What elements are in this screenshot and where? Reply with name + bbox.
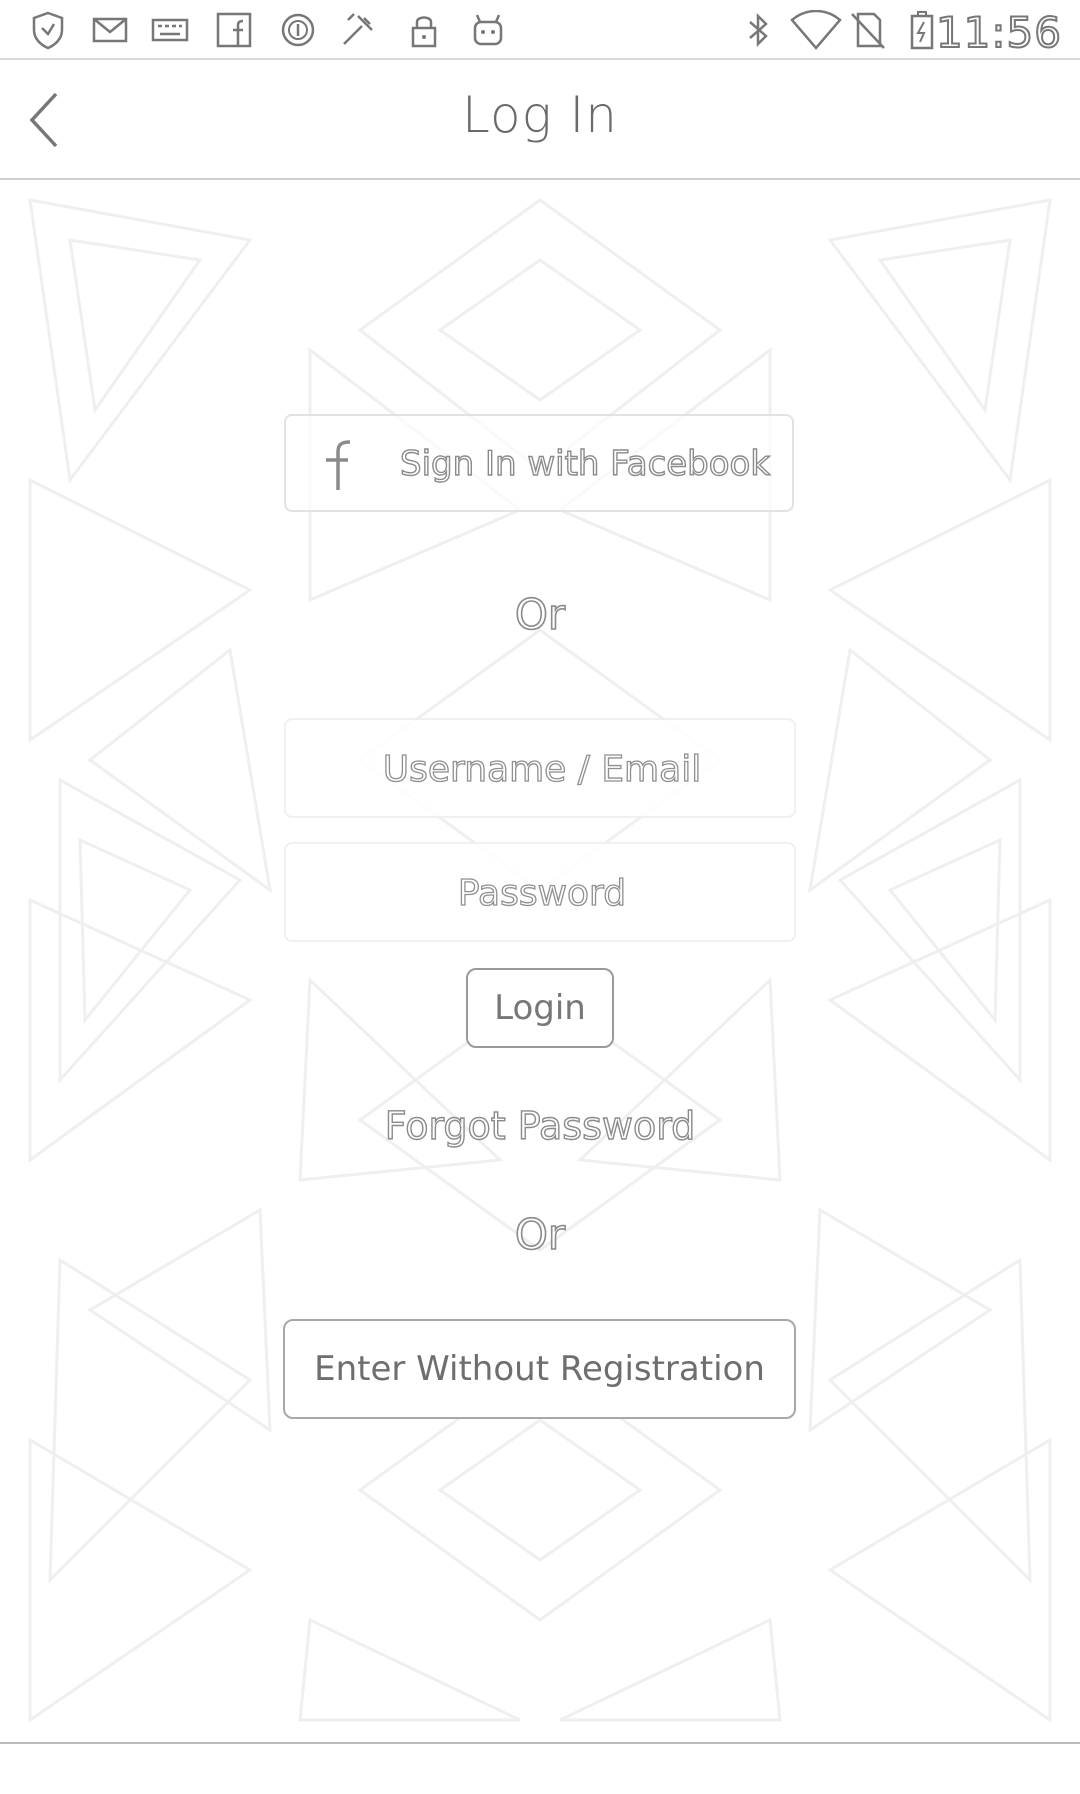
bottom-divider (0, 1742, 1080, 1744)
keyboard-icon (150, 10, 190, 50)
tool-icon (338, 10, 378, 50)
username-field (284, 718, 798, 818)
password-field (284, 842, 798, 942)
login-button[interactable]: Login (466, 968, 614, 1048)
bluetooth-icon (738, 10, 778, 50)
facebook-icon (316, 436, 356, 492)
no-sim-icon (848, 10, 888, 50)
wifi-icon (790, 10, 842, 50)
facebook-icon (214, 10, 254, 50)
or-divider-2: Or (514, 1209, 566, 1260)
facebook-signin-button[interactable]: Sign In with Facebook (284, 414, 794, 512)
lock-icon (404, 10, 444, 50)
app-header: Log In (0, 60, 1080, 180)
facebook-signin-label: Sign In with Facebook (399, 443, 771, 484)
forgot-password-link[interactable]: Forgot Password (0, 1103, 1080, 1148)
page-title: Log In (462, 86, 618, 144)
android-icon (468, 10, 508, 50)
password-input[interactable] (286, 844, 798, 942)
mail-icon (90, 10, 130, 50)
username-input[interactable] (286, 720, 798, 818)
enter-without-registration-button[interactable]: Enter Without Registration (283, 1319, 796, 1419)
circle-icon (278, 10, 318, 50)
status-time: 11:56 (935, 7, 1062, 58)
shield-icon (28, 10, 68, 50)
status-bar: 11:56 (0, 0, 1080, 60)
or-divider-1: Or (514, 589, 566, 640)
